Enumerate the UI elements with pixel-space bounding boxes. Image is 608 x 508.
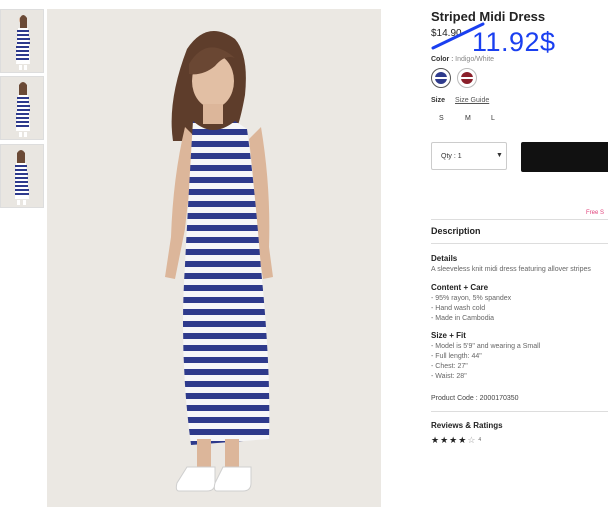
divider [431, 411, 608, 412]
details-heading: Details [431, 254, 458, 263]
review-count: 4 [478, 437, 482, 443]
star-icon: ★ [449, 435, 459, 445]
divider [431, 219, 608, 220]
color-label-row: Color : Indigo/White [431, 56, 494, 63]
quantity-select[interactable]: Qty : 1 ▼ [431, 142, 507, 170]
star-rating: ★★★★☆ 4 [431, 435, 481, 446]
add-to-bag-button[interactable] [521, 142, 608, 172]
color-swatch-burgundy[interactable] [457, 68, 477, 88]
content-line: - 95% rayon, 5% spandex [431, 295, 512, 302]
fit-line: - Waist: 28" [431, 373, 467, 380]
content-line: - Hand wash cold [431, 305, 486, 312]
content-care-heading: Content + Care [431, 283, 489, 292]
product-code: Product Code : 2000170350 [431, 395, 519, 402]
fit-line: - Model is 5'9" and wearing a Small [431, 343, 541, 350]
divider [431, 243, 608, 244]
quantity-value: Qty : 1 [441, 153, 462, 160]
size-guide-link[interactable]: Size Guide [455, 97, 489, 104]
size-option-s[interactable]: S [439, 115, 444, 122]
thumbnail-2[interactable] [0, 76, 44, 140]
thumbnail-1[interactable] [0, 9, 44, 73]
product-main-image [47, 9, 381, 507]
selected-color: Indigo/White [455, 56, 495, 63]
annotated-new-price: 11.92$ [472, 27, 556, 57]
color-label: Color [431, 56, 450, 63]
fit-line: - Full length: 44" [431, 353, 482, 360]
star-icon: ★ [440, 435, 450, 445]
size-option-l[interactable]: L [491, 115, 495, 122]
reviews-heading[interactable]: Reviews & Ratings [431, 421, 503, 430]
size-label: Size [431, 97, 446, 104]
free-shipping-promo: Free S [586, 210, 605, 216]
color-swatch-indigo-white[interactable] [431, 68, 451, 88]
color-separator: : [451, 56, 454, 63]
size-option-m[interactable]: M [465, 115, 471, 122]
fit-line: - Chest: 27" [431, 363, 468, 370]
size-fit-heading: Size + Fit [431, 331, 466, 340]
star-icon: ★ [431, 435, 441, 445]
description-heading[interactable]: Description [431, 226, 481, 236]
chevron-down-icon: ▼ [496, 152, 503, 159]
details-text: A sleeveless knit midi dress featuring a… [431, 266, 591, 273]
thumbnail-3[interactable] [0, 144, 44, 208]
star-empty-icon: ☆ [467, 435, 477, 445]
content-line: - Made in Cambodia [431, 315, 495, 322]
star-icon: ★ [458, 435, 468, 445]
